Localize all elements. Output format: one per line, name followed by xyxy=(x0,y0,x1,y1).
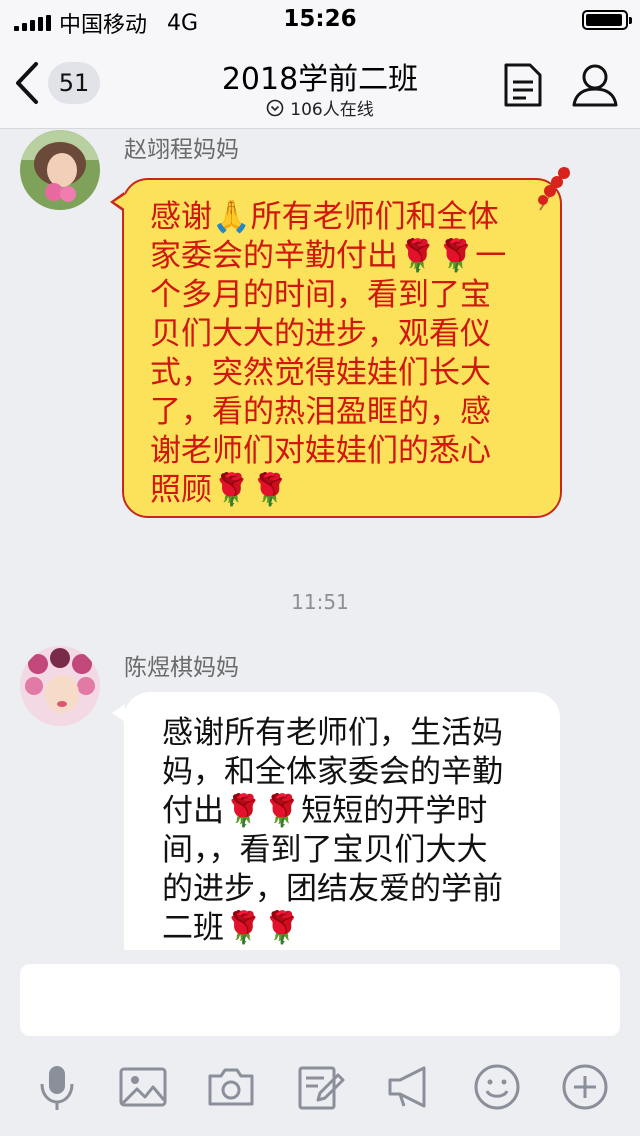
chat-nav-bar: 51 2018学前二班 106人在线 xyxy=(0,40,640,129)
message-line: 贝们大大的进步，观看仪 xyxy=(150,316,491,352)
message-bubble[interactable]: 感谢所有老师们，生活妈 妈，和全体家委会的辛勤 付出🌹🌹短短的开学时 间，，看到… xyxy=(112,692,560,954)
online-status[interactable]: 106人在线 xyxy=(0,95,640,120)
message-line: 谢老师们对娃娃们的悉心 xyxy=(150,433,491,469)
avatar[interactable] xyxy=(20,646,100,726)
plus-icon[interactable] xyxy=(560,1062,610,1112)
message-input[interactable] xyxy=(20,964,620,1036)
message-line: 妈，和全体家委会的辛勤 xyxy=(162,754,503,790)
battery-icon xyxy=(582,10,632,30)
message-line: 家委会的辛勤付出🌹🌹一 xyxy=(150,238,507,274)
message-line: 照顾🌹🌹 xyxy=(150,472,290,508)
message-line: 感谢所有老师们，生活妈 xyxy=(162,715,503,751)
sender-name: 赵翊程妈妈 xyxy=(124,137,239,163)
emoji-icon[interactable] xyxy=(472,1062,522,1112)
edit-icon[interactable] xyxy=(296,1062,346,1112)
image-icon[interactable] xyxy=(118,1062,168,1112)
document-icon[interactable] xyxy=(502,62,544,108)
message-line: 了，看的热泪盈眶的，感 xyxy=(150,394,491,430)
members-icon[interactable] xyxy=(570,62,620,108)
camera-icon[interactable] xyxy=(206,1062,256,1112)
chat-title: 2018学前二班 xyxy=(221,62,419,97)
megaphone-icon[interactable] xyxy=(384,1062,434,1112)
message-line: 间，，看到了宝贝们大大 xyxy=(162,832,488,868)
message-line: 付出🌹🌹短短的开学时 xyxy=(162,793,488,829)
status-bar: 中国移动 4G 15:26 xyxy=(0,0,640,40)
candied-haws-sticker-icon xyxy=(538,167,570,211)
online-count: 106人在线 xyxy=(290,100,374,120)
message-line: 二班🌹🌹 xyxy=(162,910,302,946)
message-line: 式，突然觉得娃娃们长大 xyxy=(150,355,491,391)
message-line: 感谢🙏所有老师们和全体 xyxy=(150,199,499,235)
message-line: 个多月的时间，看到了宝 xyxy=(150,277,491,313)
message-timestamp: 11:51 xyxy=(291,590,349,614)
microphone-icon[interactable] xyxy=(32,1062,82,1112)
avatar[interactable] xyxy=(20,130,100,210)
status-time: 15:26 xyxy=(283,6,357,32)
message-bubble[interactable]: 感谢🙏所有老师们和全体 家委会的辛勤付出🌹🌹一 个多月的时间，看到了宝 贝们大大… xyxy=(110,178,562,518)
online-status-icon xyxy=(266,99,284,116)
message-line: 的进步，团结友爱的学前 xyxy=(162,871,503,907)
sender-name: 陈煜棋妈妈 xyxy=(124,655,239,681)
